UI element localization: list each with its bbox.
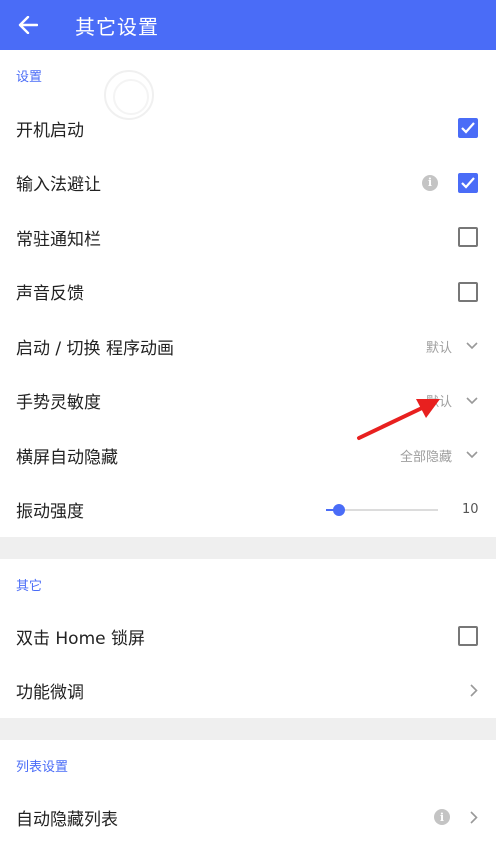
section-header-list: 列表设置 — [16, 759, 69, 775]
section-header-other: 其它 — [16, 578, 43, 594]
setting-label: 自动隐藏列表 — [16, 809, 118, 830]
back-button[interactable] — [0, 0, 56, 50]
slider-thumb[interactable] — [333, 503, 346, 516]
setting-row-autostart[interactable]: 开机启动 — [0, 101, 496, 156]
setting-label: 输入法避让 — [16, 175, 101, 196]
arrow-left-icon — [18, 16, 38, 34]
setting-row-auto-hide-list[interactable]: 自动隐藏列表 i — [0, 790, 496, 845]
dropdown-value: 默认 — [425, 395, 452, 411]
slider-value: 10 — [462, 502, 479, 518]
setting-row-ime-avoid[interactable]: 输入法避让 i — [0, 156, 496, 211]
ime-avoid-checkbox[interactable] — [458, 172, 478, 193]
setting-label: 功能微调 — [16, 683, 84, 704]
setting-label: 振动强度 — [16, 502, 84, 523]
setting-label: 横屏自动隐藏 — [16, 447, 118, 468]
info-icon[interactable]: i — [422, 174, 438, 191]
touch-ripple — [104, 70, 154, 120]
setting-row-notification[interactable]: 常驻通知栏 — [0, 210, 496, 265]
setting-label: 常驻通知栏 — [16, 229, 101, 250]
setting-label: 双击 Home 锁屏 — [16, 628, 146, 649]
vibration-slider[interactable] — [326, 500, 438, 520]
chevron-down-icon — [466, 451, 478, 459]
info-icon[interactable]: i — [434, 809, 450, 826]
chevron-down-icon — [466, 342, 478, 350]
setting-label: 开机启动 — [16, 120, 84, 141]
setting-label: 手势灵敏度 — [16, 393, 101, 414]
setting-row-double-home-lock[interactable]: 双击 Home 锁屏 — [0, 609, 496, 664]
autostart-checkbox[interactable] — [458, 118, 478, 139]
setting-row-landscape-hide[interactable]: 横屏自动隐藏 全部隐藏 — [0, 428, 496, 483]
dropdown-value: 默认 — [425, 340, 452, 356]
setting-label: 启动 / 切换 程序动画 — [16, 338, 174, 359]
setting-row-fine-tune[interactable]: 功能微调 — [0, 664, 496, 719]
double-home-lock-checkbox[interactable] — [458, 626, 478, 647]
list-settings-section: 列表设置 自动隐藏列表 i — [0, 740, 496, 852]
notification-checkbox[interactable] — [458, 227, 478, 248]
sound-feedback-checkbox[interactable] — [458, 281, 478, 302]
settings-section: 设置 开机启动 输入法避让 i 常驻通知栏 声音反馈 启动 / 切换 程序动画 — [0, 50, 496, 537]
check-icon — [461, 122, 475, 134]
other-section: 其它 双击 Home 锁屏 功能微调 — [0, 559, 496, 718]
chevron-right-icon — [470, 811, 478, 824]
app-bar: 其它设置 — [0, 0, 496, 50]
setting-row-vibration: 振动强度 10 — [0, 483, 496, 538]
setting-row-app-animation[interactable]: 启动 / 切换 程序动画 默认 — [0, 319, 496, 374]
dropdown-value: 全部隐藏 — [399, 449, 452, 465]
setting-row-gesture-sensitivity[interactable]: 手势灵敏度 默认 — [0, 374, 496, 429]
setting-label: 声音反馈 — [16, 284, 84, 305]
chevron-right-icon — [470, 684, 478, 697]
section-header-settings: 设置 — [16, 70, 43, 85]
chevron-down-icon — [466, 397, 478, 404]
setting-row-sound-feedback[interactable]: 声音反馈 — [0, 265, 496, 320]
check-icon — [461, 177, 475, 189]
page-title: 其它设置 — [75, 14, 159, 39]
